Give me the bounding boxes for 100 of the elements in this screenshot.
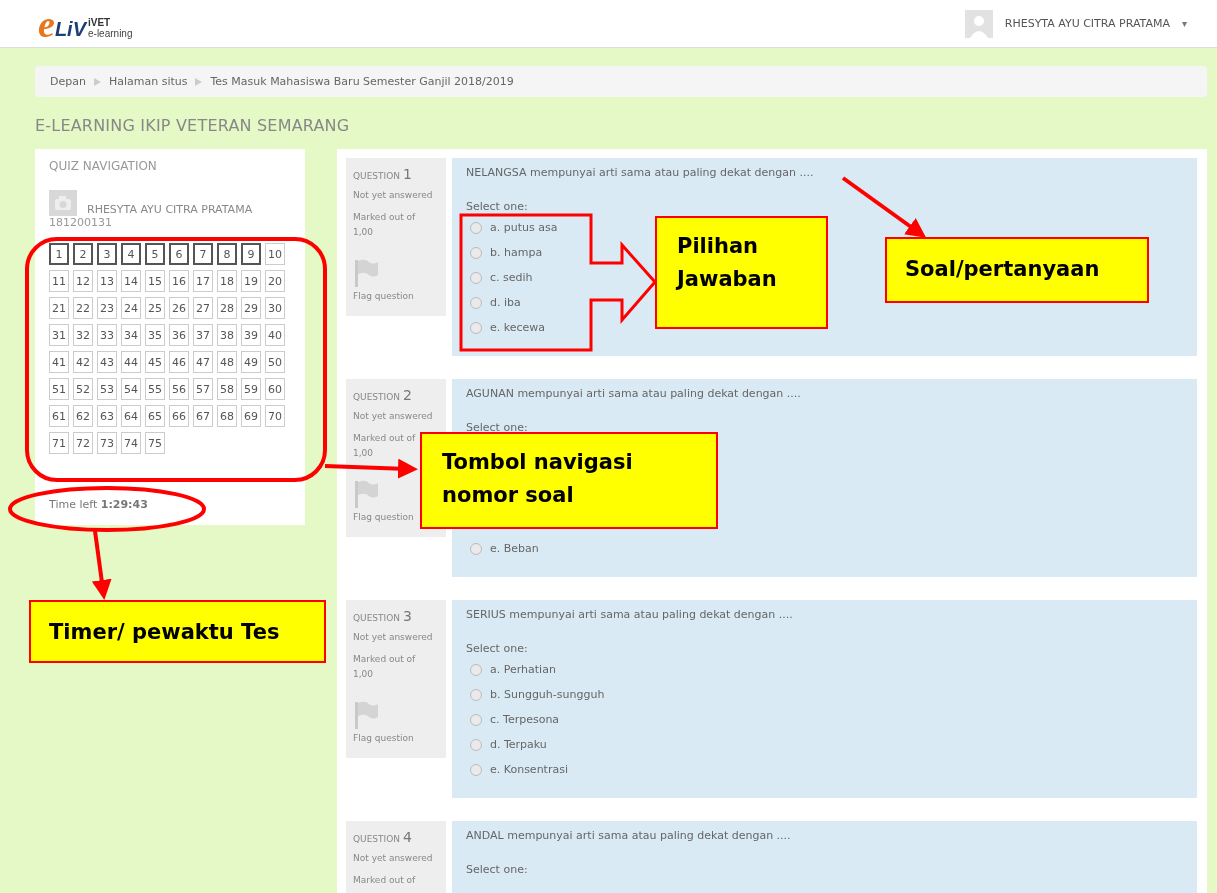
question-number-button[interactable]: 10 [265, 243, 285, 265]
question-number-button[interactable]: 36 [169, 324, 189, 346]
question-number-button[interactable]: 49 [241, 351, 261, 373]
flag-icon[interactable] [353, 480, 379, 509]
question-number-button[interactable]: 65 [145, 405, 165, 427]
question-number-button[interactable]: 38 [217, 324, 237, 346]
question-number-button[interactable]: 75 [145, 432, 165, 454]
question-number-button[interactable]: 5 [145, 243, 165, 265]
question-number-button[interactable]: 39 [241, 324, 261, 346]
question-number-button[interactable]: 16 [169, 270, 189, 292]
question-number-button[interactable]: 68 [217, 405, 237, 427]
question-number-button[interactable]: 26 [169, 297, 189, 319]
question-number-button[interactable]: 33 [97, 324, 117, 346]
question-number-button[interactable]: 62 [73, 405, 93, 427]
question-number-button[interactable]: 17 [193, 270, 213, 292]
question-number-button[interactable]: 67 [193, 405, 213, 427]
question-number-button[interactable]: 24 [121, 297, 141, 319]
breadcrumb-link[interactable]: Depan [50, 75, 86, 88]
answer-option[interactable]: a. Perhatian [490, 663, 556, 676]
breadcrumb-link[interactable]: Tes Masuk Mahasiswa Baru Semester Ganjil 2018/2019 [210, 75, 514, 88]
question-number-button[interactable]: 8 [217, 243, 237, 265]
question-number-button[interactable]: 43 [97, 351, 117, 373]
question-number-button[interactable]: 46 [169, 351, 189, 373]
question-number-button[interactable]: 63 [97, 405, 117, 427]
radio-button[interactable] [470, 246, 482, 259]
question-number-button[interactable]: 41 [49, 351, 69, 373]
question-number-button[interactable]: 70 [265, 405, 285, 427]
question-number-button[interactable]: 69 [241, 405, 261, 427]
radio-button[interactable] [470, 738, 482, 751]
question-number-button[interactable]: 21 [49, 297, 69, 319]
question-number-button[interactable]: 30 [265, 297, 285, 319]
question-number-button[interactable]: 7 [193, 243, 213, 265]
question-number-button[interactable]: 74 [121, 432, 141, 454]
answer-option[interactable]: a. putus asa [490, 221, 558, 234]
answer-option[interactable]: e. kecewa [490, 321, 546, 334]
question-number-button[interactable]: 40 [265, 324, 285, 346]
radio-button[interactable] [470, 271, 482, 284]
question-number-button[interactable]: 66 [169, 405, 189, 427]
question-number-button[interactable]: 1 [49, 243, 69, 265]
question-number-button[interactable]: 34 [121, 324, 141, 346]
caret-icon[interactable]: ▾ [1181, 18, 1187, 29]
question-number-button[interactable]: 61 [49, 405, 69, 427]
question-number-button[interactable]: 51 [49, 378, 69, 400]
answer-option[interactable]: e. Konsentrasi [490, 763, 568, 776]
answer-option[interactable]: c. Terpesona [490, 713, 560, 726]
question-number-button[interactable]: 2 [73, 243, 93, 265]
question-number-button[interactable]: 9 [241, 243, 261, 265]
question-number-button[interactable]: 19 [241, 270, 261, 292]
question-number-button[interactable]: 42 [73, 351, 93, 373]
question-number-button[interactable]: 64 [121, 405, 141, 427]
question-number-button[interactable]: 27 [193, 297, 213, 319]
question-number-button[interactable]: 28 [217, 297, 237, 319]
question-number-button[interactable]: 6 [169, 243, 189, 265]
radio-button[interactable] [470, 296, 482, 309]
question-number-button[interactable]: 47 [193, 351, 213, 373]
user-name[interactable]: RHESYTA AYU CITRA PRATAMA [1004, 17, 1170, 30]
radio-button[interactable] [470, 688, 482, 701]
question-number-button[interactable]: 50 [265, 351, 285, 373]
question-number-button[interactable]: 48 [217, 351, 237, 373]
question-number-button[interactable]: 56 [169, 378, 189, 400]
question-number-button[interactable]: 25 [145, 297, 165, 319]
question-number-button[interactable]: 37 [193, 324, 213, 346]
answer-option[interactable]: d. iba [490, 296, 521, 309]
question-number-button[interactable]: 12 [73, 270, 93, 292]
answer-option[interactable]: c. sedih [490, 271, 533, 284]
radio-button[interactable] [470, 713, 482, 726]
question-number-button[interactable]: 71 [49, 432, 69, 454]
question-number-button[interactable]: 15 [145, 270, 165, 292]
answer-option[interactable]: b. hampa [490, 246, 543, 259]
question-number-button[interactable]: 4 [121, 243, 141, 265]
question-number-button[interactable]: 52 [73, 378, 93, 400]
question-number-button[interactable]: 13 [97, 270, 117, 292]
question-number-button[interactable]: 35 [145, 324, 165, 346]
radio-button[interactable] [470, 542, 482, 555]
question-number-button[interactable]: 45 [145, 351, 165, 373]
question-number-button[interactable]: 72 [73, 432, 93, 454]
question-number-button[interactable]: 29 [241, 297, 261, 319]
breadcrumb-link[interactable]: Halaman situs [108, 75, 188, 88]
question-number-button[interactable]: 14 [121, 270, 141, 292]
flag-icon[interactable] [353, 259, 379, 288]
question-number-button[interactable]: 58 [217, 378, 237, 400]
answer-option[interactable]: b. Sungguh-sungguh [490, 688, 605, 701]
question-number-button[interactable]: 55 [145, 378, 165, 400]
question-number-button[interactable]: 57 [193, 378, 213, 400]
radio-button[interactable] [470, 321, 482, 334]
answer-option[interactable]: d. Terpaku [490, 738, 547, 751]
question-number-button[interactable]: 31 [49, 324, 69, 346]
question-number-button[interactable]: 23 [97, 297, 117, 319]
radio-button[interactable] [470, 663, 482, 676]
flag-icon[interactable] [353, 701, 379, 730]
question-number-button[interactable]: 54 [121, 378, 141, 400]
question-number-button[interactable]: 60 [265, 378, 285, 400]
question-number-button[interactable]: 18 [217, 270, 237, 292]
radio-button[interactable] [470, 763, 482, 776]
question-number-button[interactable]: 3 [97, 243, 117, 265]
question-number-button[interactable]: 44 [121, 351, 141, 373]
question-number-button[interactable]: 53 [97, 378, 117, 400]
answer-option[interactable]: e. Beban [490, 542, 539, 555]
question-number-button[interactable]: 22 [73, 297, 93, 319]
question-number-button[interactable]: 20 [265, 270, 285, 292]
